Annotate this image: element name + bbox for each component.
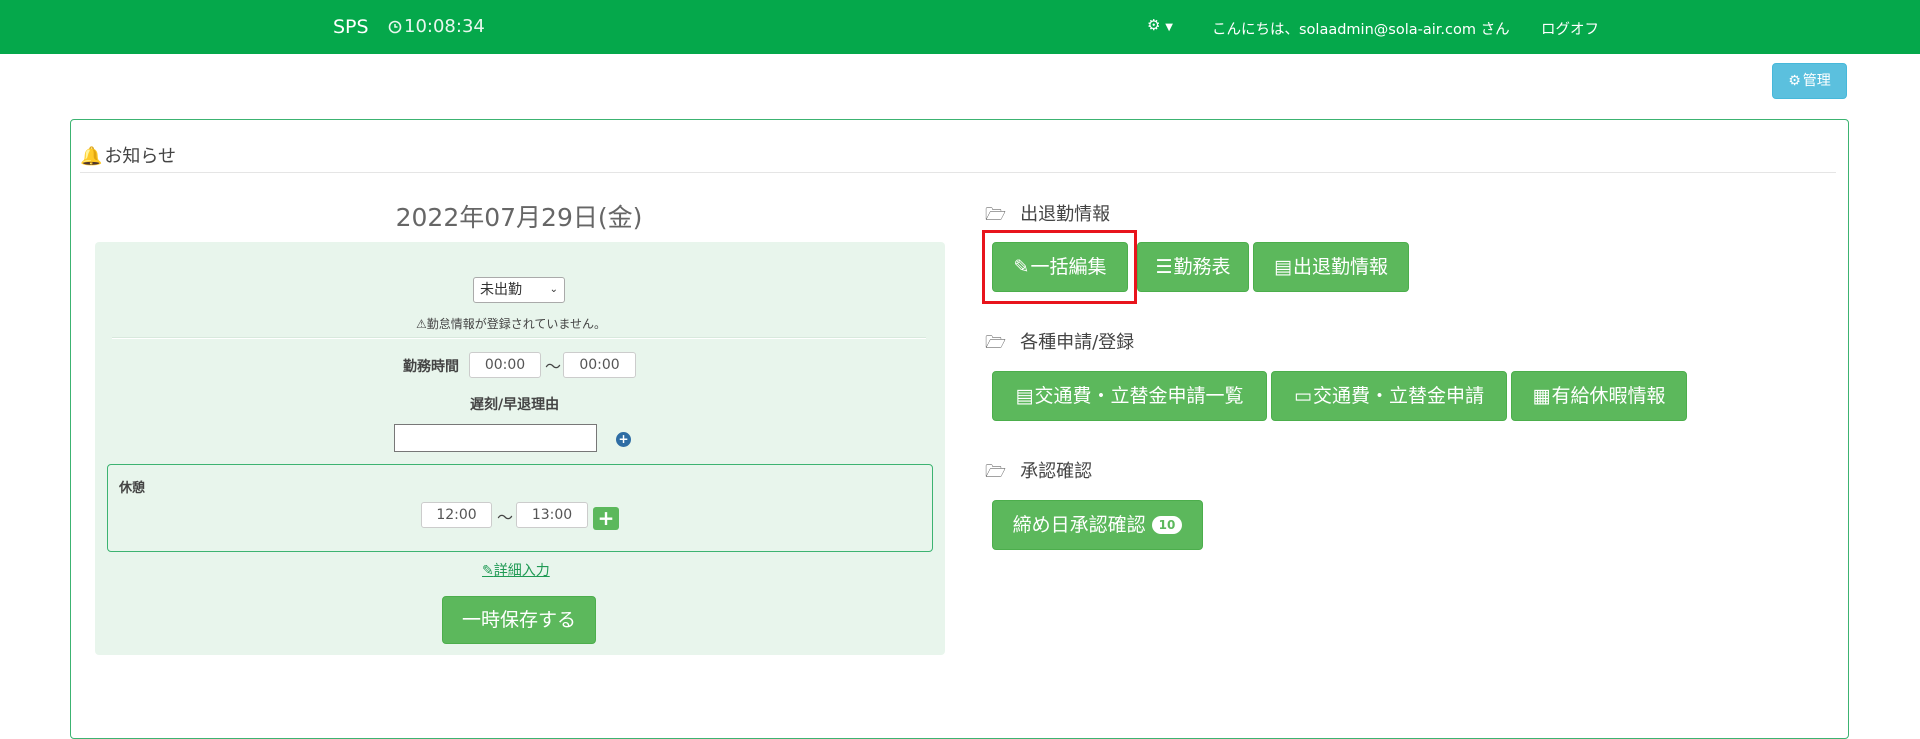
section-applications-title: 各種申請/登録	[1020, 332, 1135, 353]
work-schedule-label: 勤務表	[1173, 256, 1231, 278]
chevron-down-icon: ⌄	[549, 284, 558, 295]
caret-down-icon: ▼	[1165, 22, 1173, 33]
closing-approval-label: 締め日承認確認	[1012, 514, 1146, 536]
clock-icon	[388, 20, 402, 34]
warning-text: 勤怠情報が登録されていません。	[426, 317, 607, 331]
work-start-input[interactable]: 00:00	[469, 352, 541, 378]
bell-icon: 🔔	[80, 146, 103, 167]
attendance-divider	[112, 337, 926, 339]
brand[interactable]: SPS	[333, 16, 369, 38]
greeting[interactable]: こんにちは、solaadmin@sola-air.com さん	[1212, 18, 1510, 39]
section-applications: 🗁 各種申請/登録	[985, 328, 1134, 359]
settings-dropdown[interactable]: ⚙ ▼	[1147, 16, 1173, 34]
work-end-input[interactable]: 00:00	[563, 352, 636, 378]
attendance-date: 2022年07月29日(金)	[395, 203, 643, 232]
expense-list-button[interactable]: ▤交通費・立替金申請一覧	[992, 371, 1267, 421]
server-icon: ▤	[1274, 256, 1292, 278]
break-label: 休憩	[119, 481, 146, 496]
add-circle-icon[interactable]: +	[616, 432, 631, 447]
credit-card-icon: ▭	[1294, 385, 1312, 407]
notice-title-text: お知らせ	[104, 146, 177, 167]
expense-apply-button[interactable]: ▭交通費・立替金申請	[1271, 371, 1507, 421]
closing-approval-button[interactable]: 締め日承認確認 10	[992, 500, 1203, 550]
attendance-status-select[interactable]: 未出勤 ⌄	[473, 277, 565, 303]
save-temp-button[interactable]: 一時保存する	[442, 596, 596, 644]
pencil-icon: ✎	[482, 563, 494, 579]
section-approval: 🗁 承認確認	[985, 457, 1092, 488]
detail-link-text: 詳細入力	[493, 563, 550, 579]
approval-count-badge: 10	[1151, 516, 1183, 534]
folder-open-icon: 🗁	[985, 462, 1007, 482]
expense-list-label: 交通費・立替金申請一覧	[1034, 385, 1244, 407]
logoff-link[interactable]: ログオフ	[1541, 18, 1599, 39]
work-schedule-button[interactable]: ☰勤務表	[1137, 242, 1249, 292]
calendar-icon: ▦	[1532, 385, 1551, 407]
admin-button[interactable]: ⚙ 管理	[1772, 63, 1847, 99]
expense-apply-label: 交通費・立替金申請	[1312, 385, 1484, 407]
break-end-input[interactable]: 13:00	[516, 502, 588, 528]
attendance-info-label: 出退勤情報	[1292, 256, 1388, 278]
folder-open-icon: 🗁	[985, 333, 1007, 353]
section-approval-title: 承認確認	[1020, 461, 1093, 482]
work-time-tilde: 〜	[545, 357, 562, 376]
warning-message: ⚠勤怠情報が登録されていません。	[416, 315, 606, 332]
list-alt-icon: ▤	[1015, 385, 1034, 407]
paid-leave-label: 有給休暇情報	[1551, 385, 1666, 407]
folder-open-icon: 🗁	[985, 205, 1007, 225]
clock: 10:08:34	[388, 16, 485, 37]
gear-icon: ⚙	[1788, 73, 1801, 89]
warning-icon: ⚠	[416, 317, 427, 331]
detail-input-link[interactable]: ✎詳細入力	[482, 560, 550, 580]
add-break-button[interactable]: +	[593, 507, 619, 530]
break-tilde: 〜	[497, 508, 514, 527]
section-attendance-info: 🗁 出退勤情報	[985, 200, 1110, 231]
attendance-info-button[interactable]: ▤出退勤情報	[1253, 242, 1409, 292]
list-icon: ☰	[1155, 256, 1173, 278]
clock-time: 10:08:34	[404, 16, 485, 37]
reason-input[interactable]	[394, 424, 597, 452]
section-attendance-info-title: 出退勤情報	[1020, 204, 1111, 225]
break-start-input[interactable]: 12:00	[421, 502, 492, 528]
highlight-box	[982, 230, 1137, 304]
top-navbar: SPS 10:08:34 ⚙ ▼ こんにちは、solaadmin@sola-ai…	[0, 0, 1920, 54]
notice-title: 🔔 お知らせ	[80, 142, 176, 168]
gear-icon: ⚙	[1147, 16, 1161, 34]
status-selected-value: 未出勤	[480, 282, 522, 298]
paid-leave-button[interactable]: ▦有給休暇情報	[1511, 371, 1687, 421]
panel-divider	[80, 172, 1836, 173]
work-time-label: 勤務時間	[403, 359, 459, 375]
reason-label: 遅刻/早退理由	[470, 397, 560, 413]
admin-button-label: 管理	[1802, 73, 1831, 89]
plus-icon: +	[597, 506, 615, 530]
